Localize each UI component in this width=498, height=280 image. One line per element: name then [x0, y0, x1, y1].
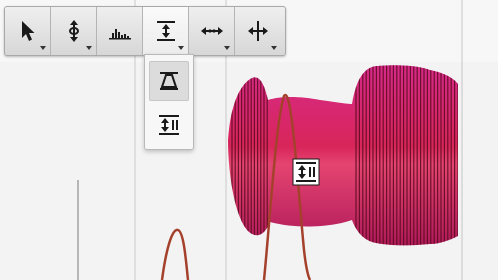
pointer-arrow-icon: [21, 21, 34, 41]
vertical-stretch-cursor-icon: [292, 158, 320, 186]
vertical-stretch-lines-option[interactable]: [149, 105, 189, 145]
menu-indicator-icon: [40, 46, 46, 50]
taper-tool-option[interactable]: [149, 61, 189, 101]
histogram-icon: [108, 29, 131, 40]
pitch-tool-button[interactable]: [51, 7, 97, 55]
vertical-stretch-tool-button[interactable]: [143, 7, 189, 55]
vertical-pitch-icon: [68, 20, 79, 42]
vertical-stretch-lines-icon: [159, 115, 179, 135]
vertical-stretch-icon: [156, 21, 175, 41]
pointer-tool-button[interactable]: [5, 7, 51, 55]
stretch-tool-submenu: [144, 54, 194, 150]
histogram-tool-button[interactable]: [97, 7, 143, 55]
menu-indicator-icon: [224, 46, 230, 50]
tool-palette: [4, 6, 286, 56]
menu-indicator-icon: [271, 46, 277, 50]
move-tool-button[interactable]: [235, 7, 281, 55]
menu-indicator-icon: [178, 46, 184, 50]
horizontal-stretch-tool-button[interactable]: [189, 7, 235, 55]
taper-icon: [160, 72, 178, 90]
menu-indicator-icon: [86, 46, 92, 50]
horizontal-stretch-icon: [200, 27, 223, 35]
move-crosshair-icon: [248, 21, 268, 41]
